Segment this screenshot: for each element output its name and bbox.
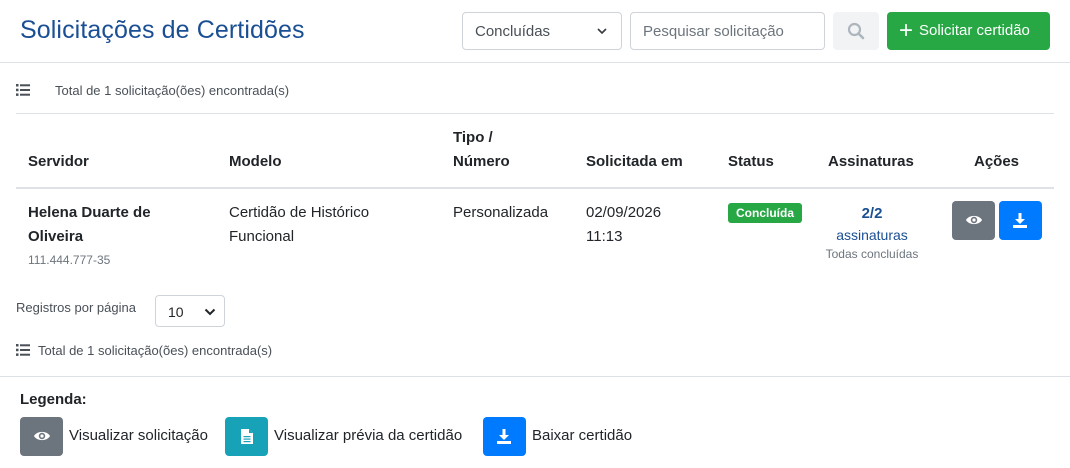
column-header-acoes: Ações <box>974 153 1020 170</box>
modelo-cell: Certidão de Histórico Funcional <box>229 201 369 249</box>
column-header-servidor: Servidor <box>28 153 89 170</box>
signatures-cell: 2/2 assinaturas Todas concluídas <box>816 203 928 263</box>
eye-icon <box>966 215 982 225</box>
signatures-word-link[interactable]: assinaturas <box>816 225 928 245</box>
modelo-line2: Funcional <box>229 228 295 245</box>
results-count-text: Total de 1 solicitação(ões) encontrada(s… <box>55 83 290 98</box>
signatures-status: Todas concluídas <box>825 247 919 261</box>
legend-title: Legenda: <box>20 391 87 408</box>
search-icon <box>847 22 865 40</box>
column-header-tipo: Tipo / Número <box>453 126 510 174</box>
chevron-down-icon <box>597 28 607 35</box>
column-header-assinaturas: Assinaturas <box>828 153 914 170</box>
status-filter-select[interactable]: Concluídas <box>462 12 622 50</box>
page-title: Solicitações de Certidões <box>20 16 305 44</box>
legend-preview-label: Visualizar prévia da certidão <box>274 427 463 444</box>
legend-download-badge <box>483 417 526 456</box>
status-filter-value: Concluídas <box>475 23 551 40</box>
per-page-select[interactable]: 10 <box>155 295 225 327</box>
servidor-name-line2: Oliveira <box>28 228 84 245</box>
date-cell: 02/09/2026 11:13 <box>586 201 661 249</box>
eye-icon <box>34 431 50 441</box>
request-date: 02/09/2026 <box>586 204 662 221</box>
header-divider <box>16 187 1054 189</box>
legend-view-label: Visualizar solicitação <box>69 427 208 444</box>
request-certificate-label: Solicitar certidão <box>919 22 1030 39</box>
status-badge: Concluída <box>728 203 803 223</box>
servidor-cpf: 111.444.777-35 <box>28 253 111 267</box>
download-icon <box>1013 213 1027 228</box>
request-time: 11:13 <box>586 228 623 245</box>
column-header-tipo-line2: Número <box>453 153 510 170</box>
legend-download-label: Baixar certidão <box>532 427 633 444</box>
servidor-name-line1: Helena Duarte de <box>28 204 151 221</box>
search-button[interactable] <box>833 12 879 50</box>
list-icon <box>16 84 30 96</box>
tipo-cell: Personalizada <box>453 204 549 221</box>
legend-divider <box>0 376 1070 377</box>
column-header-solicitada: Solicitada em <box>586 153 683 170</box>
results-count-text: Total de 1 solicitação(ões) encontrada(s… <box>38 343 273 358</box>
modelo-line1: Certidão de Histórico <box>229 204 370 221</box>
legend-preview-badge <box>225 417 268 456</box>
column-header-status: Status <box>728 153 774 170</box>
column-header-tipo-line1: Tipo / <box>453 129 493 146</box>
request-certificate-button[interactable]: + Solicitar certidão <box>887 12 1050 50</box>
per-page-value: 10 <box>168 304 184 320</box>
chevron-down-icon <box>204 308 216 316</box>
download-certificate-button[interactable] <box>999 201 1042 240</box>
page-header: Solicitações de Certidões Concluídas + S… <box>0 0 1070 63</box>
list-icon <box>16 344 30 356</box>
plus-icon: + <box>899 17 914 44</box>
per-page-label: Registros por página <box>16 300 136 315</box>
search-input[interactable] <box>630 12 825 50</box>
servidor-name: Helena Duarte de Oliveira <box>28 201 151 249</box>
document-icon <box>241 429 253 444</box>
view-request-button[interactable] <box>952 201 995 240</box>
signatures-count-link[interactable]: 2/2 <box>816 203 928 225</box>
download-icon <box>497 429 511 444</box>
requests-table: Servidor Modelo Tipo / Número Solicitada… <box>16 113 1054 267</box>
legend-view-badge <box>20 417 63 456</box>
column-header-modelo: Modelo <box>229 153 282 170</box>
